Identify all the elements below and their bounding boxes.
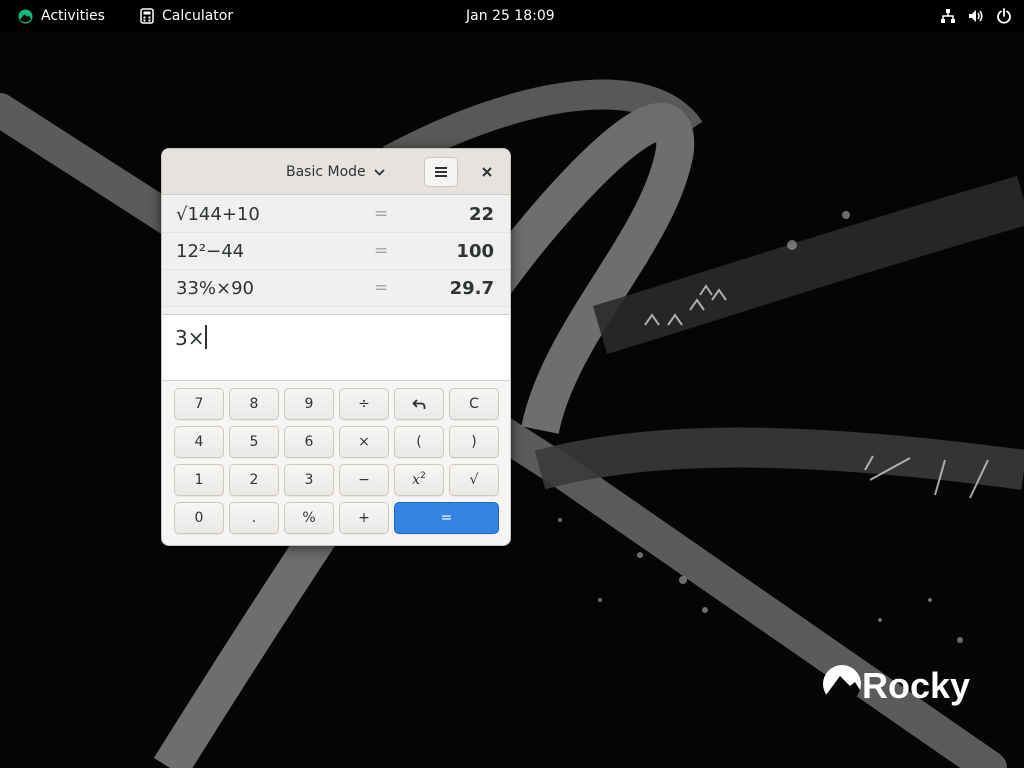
app-name-label: Calculator	[162, 8, 234, 24]
key-add[interactable]: +	[339, 502, 389, 534]
key-equals[interactable]: =	[394, 502, 499, 534]
key-0[interactable]: 0	[174, 502, 224, 534]
key-close-paren[interactable]: )	[449, 426, 499, 458]
key-square[interactable]: x2	[394, 464, 444, 496]
history-expression[interactable]: 12²−44	[176, 241, 244, 262]
close-icon	[482, 167, 492, 177]
history-expression[interactable]: 33%×90	[176, 278, 254, 299]
square-exponent: 2	[420, 471, 426, 481]
key-2[interactable]: 2	[229, 464, 279, 496]
key-5[interactable]: 5	[229, 426, 279, 458]
keypad: 7 8 9 ÷ C 4 5 6 × ( ) 1 2 3 − x2 √ 0 . %…	[162, 381, 510, 545]
history-expression[interactable]: √144+10	[176, 204, 260, 225]
key-subtract[interactable]: −	[339, 464, 389, 496]
key-sqrt[interactable]: √	[449, 464, 499, 496]
history-equals-sign: =	[374, 204, 389, 224]
volume-icon	[969, 10, 983, 22]
history-result[interactable]: 29.7	[450, 278, 494, 299]
expression-input-value[interactable]: 3×	[175, 326, 204, 350]
app-menu-button[interactable]: Calculator	[134, 0, 239, 32]
key-9[interactable]: 9	[284, 388, 334, 420]
clock-label: Jan 25 18:09	[466, 8, 555, 24]
mode-selector-button[interactable]: Basic Mode	[278, 157, 393, 187]
history-row[interactable]: 12²−44 = 100	[162, 233, 510, 270]
rocky-wallpaper-logo: Rocky	[823, 665, 970, 706]
key-decimal[interactable]: .	[229, 502, 279, 534]
history-result[interactable]: 100	[456, 241, 494, 262]
hamburger-menu-icon	[435, 167, 447, 177]
mode-label: Basic Mode	[286, 164, 366, 180]
history-list: √144+10 = 22 12²−44 = 100 33%×90 = 29.7	[162, 196, 510, 314]
history-equals-sign: =	[374, 241, 389, 261]
main-menu-button[interactable]	[424, 157, 458, 187]
system-menu[interactable]	[940, 0, 1012, 32]
calculator-icon	[140, 8, 154, 24]
key-clear[interactable]: C	[449, 388, 499, 420]
key-open-paren[interactable]: (	[394, 426, 444, 458]
history-equals-sign: =	[374, 278, 389, 298]
square-base: x	[412, 472, 421, 488]
expression-input[interactable]: 3×	[162, 314, 510, 381]
top-bar: Activities Calculator Jan 25 18:09	[0, 0, 1024, 32]
header-bar: Basic Mode	[162, 149, 510, 195]
clock-button[interactable]: Jan 25 18:09	[460, 0, 561, 32]
undo-icon	[412, 399, 426, 409]
key-divide[interactable]: ÷	[339, 388, 389, 420]
activities-label: Activities	[41, 8, 105, 24]
key-7[interactable]: 7	[174, 388, 224, 420]
rocky-brand-text: Rocky	[862, 665, 970, 706]
desktop-wallpaper: Rocky	[0, 0, 1024, 768]
key-6[interactable]: 6	[284, 426, 334, 458]
history-result[interactable]: 22	[469, 204, 494, 225]
key-3[interactable]: 3	[284, 464, 334, 496]
key-8[interactable]: 8	[229, 388, 279, 420]
history-row[interactable]: 33%×90 = 29.7	[162, 270, 510, 307]
power-icon	[997, 8, 1011, 24]
key-1[interactable]: 1	[174, 464, 224, 496]
rocky-logo-icon	[18, 8, 33, 24]
key-multiply[interactable]: ×	[339, 426, 389, 458]
chevron-down-icon	[374, 168, 385, 176]
key-4[interactable]: 4	[174, 426, 224, 458]
key-undo[interactable]	[394, 388, 444, 420]
key-percent[interactable]: %	[284, 502, 334, 534]
calculator-window: Basic Mode √144+10 = 22 12²−44 = 100 33%…	[161, 148, 511, 546]
text-caret	[205, 325, 208, 349]
history-row[interactable]: √144+10 = 22	[162, 196, 510, 233]
network-icon	[941, 9, 955, 23]
close-button[interactable]	[474, 159, 500, 185]
activities-button[interactable]: Activities	[12, 0, 111, 32]
